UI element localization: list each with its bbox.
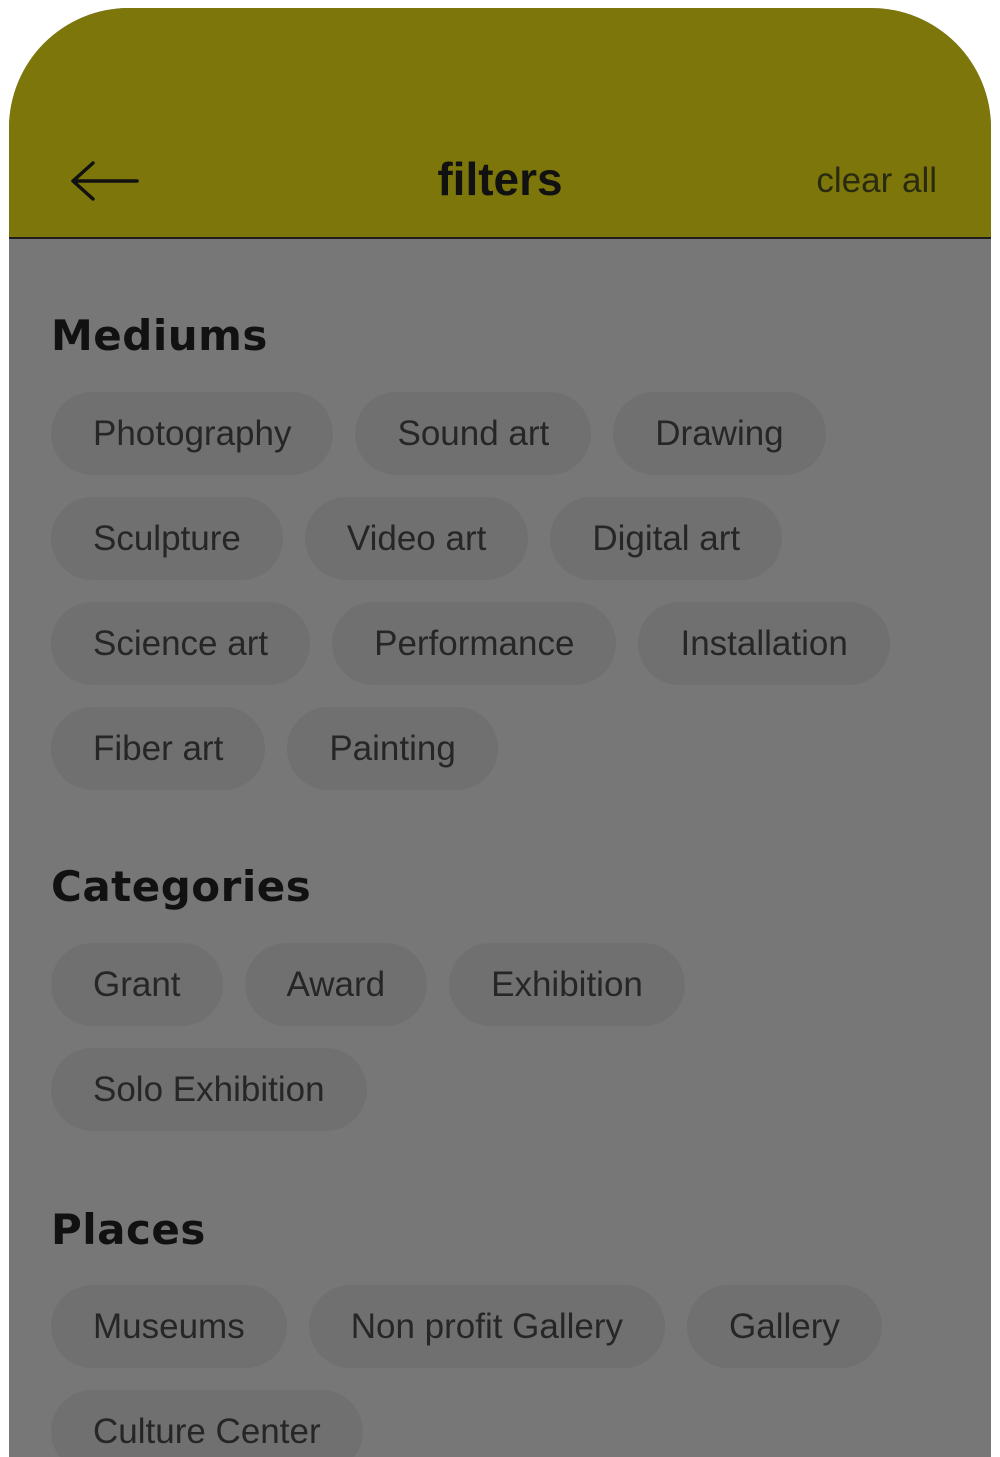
- section-title: Categories: [51, 862, 312, 911]
- header-bar: filters clear all: [9, 8, 991, 239]
- filter-chip-sound-art[interactable]: Sound art: [355, 392, 592, 475]
- filter-chip-performance[interactable]: Performance: [332, 602, 617, 685]
- filter-chip-grant[interactable]: Grant: [51, 943, 223, 1026]
- chip-group-places: Museums Non profit Gallery Gallery Cultu…: [51, 1285, 951, 1457]
- filters-content: Mediums Photography Sound art Drawing Sc…: [51, 239, 951, 1457]
- filter-chip-video-art[interactable]: Video art: [304, 497, 529, 580]
- filter-chip-gallery[interactable]: Gallery: [687, 1285, 882, 1368]
- section-categories: Categories Grant Award Exhibition Solo E…: [51, 859, 951, 1131]
- filter-chip-fiber-art[interactable]: Fiber art: [51, 707, 266, 790]
- filter-chip-sculpture[interactable]: Sculpture: [51, 497, 283, 580]
- filters-screen: filters clear all Mediums Photography So…: [9, 8, 991, 1457]
- section-title: Places: [51, 1205, 206, 1254]
- filter-chip-non-profit-gallery[interactable]: Non profit Gallery: [308, 1285, 666, 1368]
- chip-group-categories: Grant Award Exhibition Solo Exhibition: [51, 943, 951, 1131]
- filter-chip-award[interactable]: Award: [244, 943, 428, 1026]
- clear-all-button[interactable]: clear all: [816, 158, 937, 204]
- filter-chip-photography[interactable]: Photography: [51, 392, 334, 475]
- filter-chip-digital-art[interactable]: Digital art: [550, 497, 783, 580]
- filter-chip-installation[interactable]: Installation: [638, 602, 890, 685]
- filter-chip-painting[interactable]: Painting: [287, 707, 498, 790]
- section-mediums: Mediums Photography Sound art Drawing Sc…: [51, 308, 951, 790]
- filter-chip-culture-center[interactable]: Culture Center: [51, 1390, 363, 1457]
- filter-chip-exhibition[interactable]: Exhibition: [449, 943, 685, 1026]
- filter-chip-science-art[interactable]: Science art: [51, 602, 311, 685]
- filter-chip-museums[interactable]: Museums: [51, 1285, 287, 1368]
- section-places: Places Museums Non profit Gallery Galler…: [51, 1202, 951, 1457]
- filter-chip-drawing[interactable]: Drawing: [613, 392, 826, 475]
- section-title: Mediums: [51, 311, 268, 360]
- filter-chip-solo-exhibition[interactable]: Solo Exhibition: [51, 1048, 367, 1131]
- chip-group-mediums: Photography Sound art Drawing Sculpture …: [51, 392, 951, 790]
